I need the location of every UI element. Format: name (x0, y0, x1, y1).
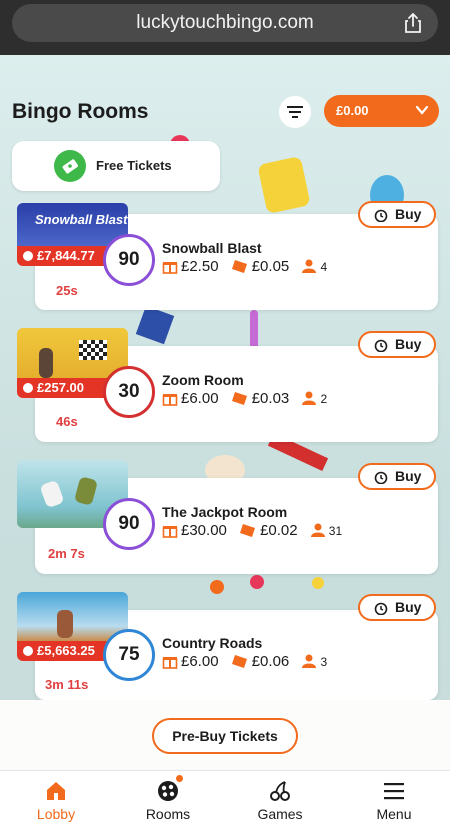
ticket-price-icon (240, 524, 256, 537)
room-thumbnail-text: Snowball Blast (35, 212, 128, 227)
prebuy-tickets-button[interactable]: Pre-Buy Tickets (152, 718, 298, 754)
room-timer: 25s (56, 283, 78, 298)
buy-label: Buy (395, 468, 422, 484)
player-count: 4 (320, 260, 328, 274)
gift-icon (162, 394, 178, 406)
room-meta: £6.00 £0.06 3 (162, 653, 327, 673)
filter-icon (287, 106, 303, 118)
room-timer: 2m 7s (48, 546, 85, 561)
nav-lobby[interactable]: Lobby (0, 771, 112, 826)
free-tickets-button[interactable]: Free Tickets (12, 141, 220, 191)
room-prize: £2.50 (181, 258, 219, 275)
bingo-ball: 90 (103, 234, 155, 286)
ticket-price: £0.03 (251, 390, 290, 407)
buy-button[interactable]: Buy (358, 331, 436, 358)
gift-icon (162, 262, 178, 274)
buy-button[interactable]: Buy (358, 201, 436, 228)
address-bar[interactable]: luckytouchbingo.com (12, 4, 438, 42)
coins-icon (23, 646, 33, 656)
bingo-balls-icon (158, 781, 178, 801)
nav-menu[interactable]: Menu (338, 771, 450, 826)
player-count: 2 (320, 392, 328, 406)
ticket-icon (54, 150, 86, 182)
browser-toolbar: luckytouchbingo.com (0, 0, 450, 55)
jumping-person (73, 476, 99, 506)
players-icon (302, 391, 317, 405)
checkered-flag-icon (79, 340, 107, 360)
star-box-decoration (135, 305, 175, 345)
racer-figure (39, 348, 53, 378)
timer-icon (374, 602, 388, 615)
share-icon[interactable] (402, 12, 424, 34)
ticket-price: £0.06 (251, 653, 290, 670)
home-icon (47, 782, 65, 800)
hamburger-icon (384, 783, 404, 800)
cherries-icon (270, 781, 290, 801)
confetti-decoration (250, 575, 264, 589)
room-name: Country Roads (162, 635, 263, 651)
ticket-price: £0.02 (260, 522, 298, 539)
room-prize: £6.00 (181, 653, 219, 670)
ticket-price-icon (231, 260, 247, 273)
room-prize: £6.00 (181, 390, 219, 407)
coins-icon (23, 251, 33, 261)
buy-label: Buy (395, 206, 422, 222)
bingo-ball: 30 (103, 366, 155, 418)
nav-label: Rooms (145, 806, 191, 822)
balance-dropdown[interactable]: £0.00 (324, 95, 439, 127)
players-icon (310, 523, 325, 537)
players-icon (302, 654, 317, 668)
room-name: The Jackpot Room (162, 504, 288, 520)
bingo-ball: 90 (103, 498, 155, 550)
room-meta: £30.00 £0.02 31 (162, 522, 342, 542)
nav-label: Menu (376, 806, 412, 822)
notification-dot (176, 775, 183, 782)
url-text[interactable]: luckytouchbingo.com (12, 4, 438, 42)
room-timer: 46s (56, 414, 78, 429)
nav-label: Games (257, 806, 303, 822)
chevron-down-icon (415, 105, 429, 115)
buy-button[interactable]: Buy (358, 463, 436, 490)
room-prize: £30.00 (181, 522, 227, 539)
timer-icon (374, 209, 388, 222)
party-horn-decoration (257, 155, 311, 215)
players-icon (302, 259, 317, 273)
confetti-decoration (210, 580, 224, 594)
room-name: Snowball Blast (162, 240, 262, 256)
room-meta: £6.00 £0.03 2 (162, 390, 327, 410)
confetti-decoration (312, 577, 324, 589)
timer-icon (374, 339, 388, 352)
ticket-price: £0.05 (251, 258, 290, 275)
free-tickets-label: Free Tickets (96, 158, 172, 173)
timer-icon (374, 471, 388, 484)
page-title: Bingo Rooms (12, 100, 149, 123)
filter-button[interactable] (279, 96, 311, 128)
room-timer: 3m 11s (45, 677, 89, 692)
room-name: Zoom Room (162, 372, 244, 388)
buy-button[interactable]: Buy (358, 594, 436, 621)
buy-label: Buy (395, 336, 422, 352)
coins-icon (23, 383, 33, 393)
gift-icon (162, 526, 178, 538)
player-count: 31 (328, 524, 343, 538)
buy-label: Buy (395, 599, 422, 615)
person-figure (57, 610, 73, 638)
balance-value: £0.00 (336, 103, 369, 118)
bottom-navigation: Lobby Rooms Games Menu (0, 770, 450, 826)
gift-icon (162, 657, 178, 669)
jackpot-value: £5,663.25 (37, 643, 95, 658)
ticket-price-icon (231, 392, 247, 405)
ticket-price-icon (231, 655, 247, 668)
jackpot-value: £257.00 (37, 380, 84, 395)
jumping-person (39, 479, 65, 509)
player-count: 3 (320, 655, 328, 669)
nav-rooms[interactable]: Rooms (112, 771, 224, 826)
room-meta: £2.50 £0.05 4 (162, 258, 327, 278)
nav-games[interactable]: Games (224, 771, 336, 826)
nav-label: Lobby (36, 806, 76, 822)
jackpot-value: £7,844.77 (37, 248, 95, 263)
bingo-ball: 75 (103, 629, 155, 681)
